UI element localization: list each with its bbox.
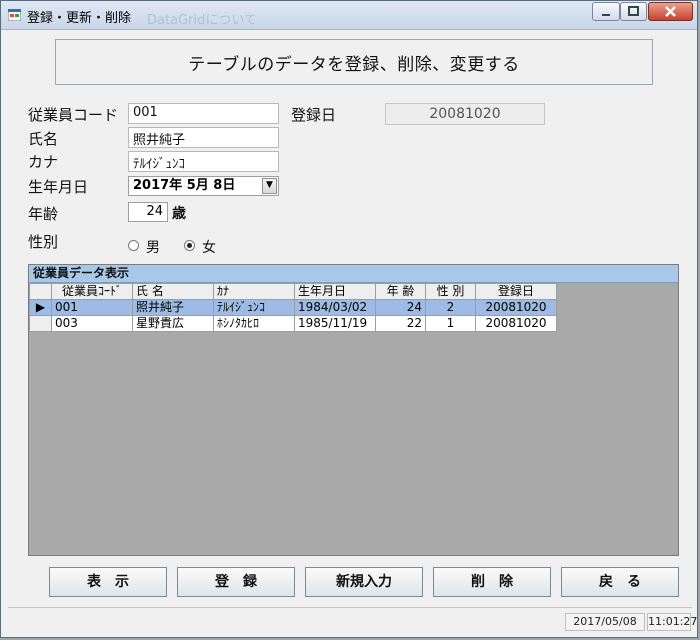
column-header-gender[interactable]: 性 別 (425, 283, 476, 300)
table-cell-name[interactable]: 星野貴広 (132, 315, 214, 332)
birthdate-picker[interactable]: 2017年 5月 8日 ▼ (128, 176, 279, 196)
column-header-kana[interactable]: ｶﾅ (213, 283, 295, 300)
table-row[interactable]: 003 星野貴広 ﾎｼﾉﾀｶﾋﾛ 1985/11/19 22 1 2008102… (29, 315, 557, 332)
age-label: 年齢 (28, 205, 59, 223)
table-cell-name[interactable]: 照井純子 (132, 299, 214, 316)
age-input[interactable]: 24 (128, 202, 168, 222)
delete-button[interactable]: 削 除 (433, 567, 551, 597)
maximize-icon (628, 6, 639, 16)
register-button[interactable]: 登 録 (177, 567, 295, 597)
name-label: 氏名 (28, 130, 59, 148)
table-cell-registration-date[interactable]: 20081020 (475, 315, 557, 332)
name-input[interactable]: 照井純子 (128, 127, 279, 148)
table-cell-gender[interactable]: 2 (425, 299, 476, 316)
background-window-title: DataGridについて (147, 13, 257, 28)
registration-date-field: 20081020 (385, 103, 545, 125)
maximize-button[interactable] (620, 2, 647, 21)
birthdate-value: 2017年 5月 8日 (133, 178, 236, 193)
table-row[interactable]: ▶ 001 照井純子 ﾃﾙｲｼﾞｭﾝｺ 1984/03/02 24 2 2008… (29, 299, 557, 316)
row-header-corner (29, 283, 52, 300)
age-unit-label: 歳 (172, 206, 186, 222)
table-header-row: 従業員ｺｰﾄﾞ 氏 名 ｶﾅ 生年月日 年 齢 性 別 登録日 (29, 283, 557, 300)
window-title: 登録・更新・削除 (27, 11, 132, 26)
page-title: テーブルのデータを登録、削除、変更する (188, 54, 520, 75)
table-cell-employee-code[interactable]: 001 (51, 299, 133, 316)
radio-checked-icon (184, 240, 195, 251)
column-header-birthdate[interactable]: 生年月日 (294, 283, 376, 300)
table-cell-kana[interactable]: ﾎｼﾉﾀｶﾋﾛ (213, 315, 295, 332)
kana-input[interactable]: ﾃﾙｲｼﾞｭﾝｺ (128, 151, 279, 172)
table-cell-age[interactable]: 24 (375, 299, 426, 316)
close-button[interactable] (648, 2, 693, 21)
minimize-icon (602, 14, 610, 16)
status-bar: 2017/05/08 11:01:27 (8, 607, 697, 633)
table-cell-birthdate[interactable]: 1984/03/02 (294, 299, 376, 316)
table-cell-birthdate[interactable]: 1985/11/19 (294, 315, 376, 332)
main-window: 登録・更新・削除 DataGridについて テーブルのデータを登録、削除、変更す… (0, 0, 698, 638)
selected-row-arrow-icon: ▶ (29, 299, 52, 316)
table-cell-age[interactable]: 22 (375, 315, 426, 332)
chevron-down-icon: ▼ (266, 180, 273, 190)
kana-label: カナ (28, 153, 59, 171)
employee-data-grid[interactable]: 従業員データ表示 従業員ｺｰﾄﾞ 氏 名 ｶﾅ 生年月日 年 齢 性 別 登録日 (28, 264, 679, 556)
back-button[interactable]: 戻 る (561, 567, 679, 597)
table-cell-registration-date[interactable]: 20081020 (475, 299, 557, 316)
gender-female-label: 女 (202, 240, 216, 256)
registration-date-label: 登録日 (291, 106, 337, 124)
display-button[interactable]: 表 示 (49, 567, 167, 597)
minimize-button[interactable] (592, 2, 620, 21)
app-form-icon (8, 9, 21, 21)
employee-code-input[interactable]: 001 (128, 103, 279, 124)
page-header: テーブルのデータを登録、削除、変更する (55, 39, 653, 85)
table-cell-kana[interactable]: ﾃﾙｲｼﾞｭﾝｺ (213, 299, 295, 316)
gender-male-label: 男 (146, 240, 160, 256)
table-cell-gender[interactable]: 1 (425, 315, 476, 332)
gender-male-radio[interactable]: 男 (128, 237, 160, 256)
column-header-employee-code[interactable]: 従業員ｺｰﾄﾞ (51, 283, 133, 300)
title-bar[interactable]: 登録・更新・削除 DataGridについて (1, 1, 697, 30)
employee-code-label: 従業員コード (28, 106, 119, 124)
birthdate-dropdown-button[interactable]: ▼ (262, 178, 277, 194)
form-client-area: テーブルのデータを登録、削除、変更する 従業員コード 001 登録日 20081… (8, 30, 697, 633)
birthdate-label: 生年月日 (28, 178, 89, 196)
column-header-registration-date[interactable]: 登録日 (475, 283, 557, 300)
status-date: 2017/05/08 (565, 613, 645, 631)
status-time: 11:01:27 (647, 613, 697, 631)
gender-female-radio[interactable]: 女 (184, 237, 216, 256)
table-cell-employee-code[interactable]: 003 (51, 315, 133, 332)
grid-caption: 従業員データ表示 (29, 265, 678, 283)
new-entry-button[interactable]: 新規入力 (305, 567, 423, 597)
column-header-name[interactable]: 氏 名 (132, 283, 214, 300)
gender-label: 性別 (28, 233, 59, 251)
radio-unchecked-icon (128, 240, 139, 251)
employee-table: 従業員ｺｰﾄﾞ 氏 名 ｶﾅ 生年月日 年 齢 性 別 登録日 ▶ 001 照井… (29, 283, 557, 332)
column-header-age[interactable]: 年 齢 (375, 283, 426, 300)
close-icon (665, 6, 676, 17)
row-header-cell (29, 315, 52, 332)
